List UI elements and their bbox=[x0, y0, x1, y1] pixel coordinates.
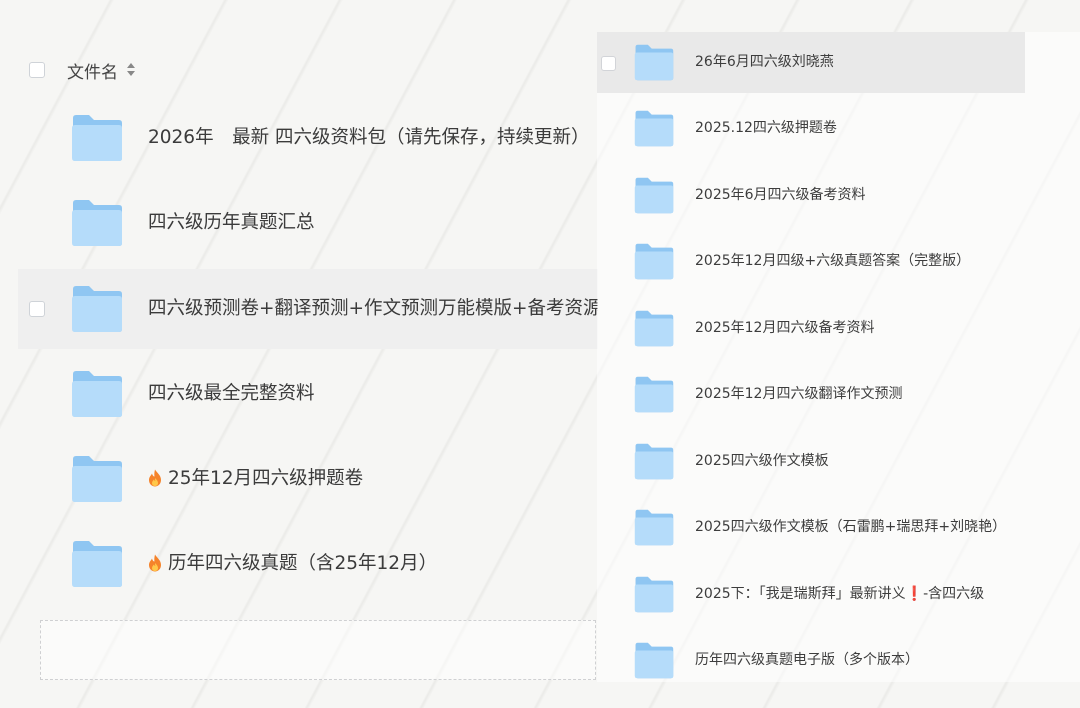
sort-icon[interactable] bbox=[126, 63, 136, 77]
folder-icon bbox=[634, 243, 674, 280]
file-name-text: 历年四六级真题（含25年12月） bbox=[168, 553, 438, 574]
file-list-panel: 文件名 2026年 最新 四六级资料包（请先保存，持续更新） 四六级历年真题汇总… bbox=[0, 0, 600, 708]
folder-name: 2025年12月四六级备考资料 bbox=[695, 320, 875, 336]
file-name: 25年12月四六级押题卷 bbox=[148, 439, 598, 519]
file-name: 2026年 最新 四六级资料包（请先保存，持续更新） bbox=[148, 127, 590, 148]
row-checkbox[interactable] bbox=[601, 56, 616, 71]
filename-column-header[interactable]: 文件名 bbox=[67, 58, 118, 83]
exclamation-icon: ❗ bbox=[905, 586, 924, 602]
file-row[interactable]: 四六级历年真题汇总 bbox=[18, 183, 598, 263]
folder-name: 2025四六级作文模板（石雷鹏+瑞思拜+刘晓艳） bbox=[695, 519, 1007, 535]
folder-name: 26年6月四六级刘晓燕 bbox=[695, 54, 834, 70]
file-row[interactable]: 四六级最全完整资料 bbox=[18, 354, 598, 434]
folder-name-text: -含四六级 bbox=[923, 586, 985, 602]
fire-icon bbox=[149, 554, 161, 572]
file-row-selected[interactable]: 四六级预测卷+翻译预测+作文预测万能模版+备考资源 bbox=[18, 269, 598, 349]
subfolder-row[interactable]: 历年四六级真题电子版（多个版本） bbox=[597, 630, 1025, 691]
folder-icon bbox=[634, 509, 674, 546]
folder-name: 2025年6月四六级备考资料 bbox=[695, 187, 866, 203]
drop-zone[interactable] bbox=[40, 620, 596, 680]
file-list-header: 文件名 bbox=[18, 44, 588, 96]
subfolder-row-selected[interactable]: 26年6月四六级刘晓燕 bbox=[597, 32, 1025, 93]
file-name-text: 25年12月四六级押题卷 bbox=[168, 468, 364, 489]
folder-icon bbox=[72, 456, 122, 502]
folder-icon bbox=[634, 177, 674, 214]
folder-icon bbox=[72, 541, 122, 587]
folder-icon bbox=[72, 371, 122, 417]
subfolder-row[interactable]: 2025下：「我是瑞斯拜」最新讲义❗-含四六级 bbox=[597, 564, 1025, 625]
row-checkbox[interactable] bbox=[29, 301, 45, 317]
subfolder-list-panel: 26年6月四六级刘晓燕 2025.12四六级押题卷 2025年6月四六级备考资料… bbox=[597, 32, 1080, 682]
file-row[interactable]: 25年12月四六级押题卷 bbox=[18, 439, 598, 519]
folder-icon bbox=[634, 44, 674, 81]
folder-icon bbox=[634, 576, 674, 613]
folder-icon bbox=[634, 443, 674, 480]
folder-icon bbox=[72, 115, 122, 161]
folder-name: 2025.12四六级押题卷 bbox=[695, 120, 837, 136]
folder-icon bbox=[634, 110, 674, 147]
file-name: 四六级历年真题汇总 bbox=[148, 212, 315, 233]
subfolder-row[interactable]: 2025四六级作文模板（石雷鹏+瑞思拜+刘晓艳） bbox=[597, 497, 1025, 558]
folder-icon bbox=[634, 310, 674, 347]
file-name: 四六级最全完整资料 bbox=[148, 383, 315, 404]
folder-icon bbox=[72, 200, 122, 246]
folder-name: 2025下：「我是瑞斯拜」最新讲义❗-含四六级 bbox=[695, 564, 984, 625]
subfolder-row[interactable]: 2025四六级作文模板 bbox=[597, 431, 1025, 492]
subfolder-row[interactable]: 2025年12月四级+六级真题答案（完整版） bbox=[597, 231, 1025, 292]
subfolder-row[interactable]: 2025.12四六级押题卷 bbox=[597, 98, 1025, 159]
select-all-checkbox[interactable] bbox=[29, 62, 45, 78]
folder-name: 2025四六级作文模板 bbox=[695, 453, 829, 469]
fire-icon bbox=[149, 469, 161, 487]
folder-name: 2025年12月四级+六级真题答案（完整版） bbox=[695, 253, 971, 269]
folder-name: 2025年12月四六级翻译作文预测 bbox=[695, 386, 903, 402]
folder-icon bbox=[634, 642, 674, 679]
file-name: 历年四六级真题（含25年12月） bbox=[148, 524, 598, 604]
folder-icon bbox=[634, 376, 674, 413]
folder-name-text: 2025下：「我是瑞斯拜」最新讲义 bbox=[695, 586, 906, 602]
subfolder-row[interactable]: 2025年12月四六级翻译作文预测 bbox=[597, 364, 1025, 425]
file-row[interactable]: 2026年 最新 四六级资料包（请先保存，持续更新） bbox=[18, 98, 598, 178]
subfolder-row[interactable]: 2025年6月四六级备考资料 bbox=[597, 165, 1025, 226]
folder-name: 历年四六级真题电子版（多个版本） bbox=[695, 652, 919, 668]
file-name: 四六级预测卷+翻译预测+作文预测万能模版+备考资源 bbox=[148, 298, 598, 319]
folder-icon bbox=[72, 286, 122, 332]
file-row[interactable]: 历年四六级真题（含25年12月） bbox=[18, 524, 598, 604]
subfolder-row[interactable]: 2025年12月四六级备考资料 bbox=[597, 298, 1025, 359]
